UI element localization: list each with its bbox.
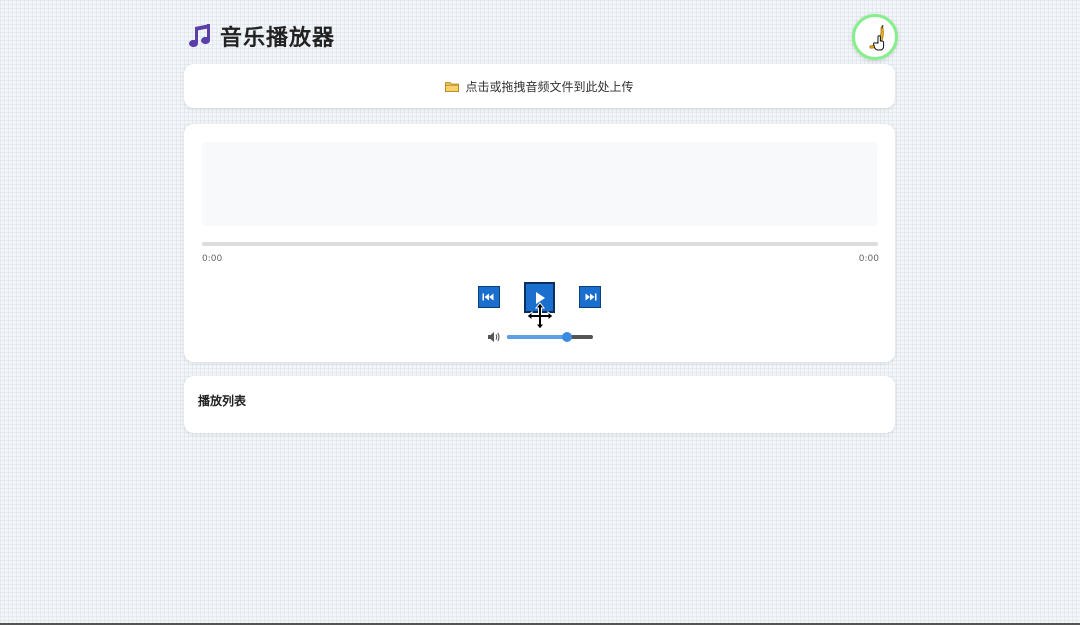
play-button[interactable]: [524, 282, 555, 313]
folder-icon: [445, 81, 460, 92]
banana-icon: [862, 23, 888, 51]
page-title: 音乐播放器: [220, 26, 336, 51]
skip-previous-icon: [482, 293, 496, 301]
speaker-icon[interactable]: [487, 331, 501, 343]
playlist-panel: 播放列表: [184, 376, 895, 433]
upload-hint: 点击或拖拽音频文件到此处上传: [465, 79, 634, 94]
volume-fill: [507, 335, 568, 339]
volume-control: [487, 330, 593, 344]
total-time: 0:00: [858, 254, 879, 264]
next-button[interactable]: [579, 286, 601, 308]
upload-area[interactable]: 点击或拖拽音频文件到此处上传: [184, 64, 895, 108]
volume-thumb[interactable]: [562, 332, 573, 342]
play-icon: [533, 291, 547, 305]
player-panel: 0:00 0:00: [184, 124, 895, 362]
skip-next-icon: [583, 293, 597, 301]
theme-toggle-button[interactable]: [852, 14, 898, 60]
playlist-title: 播放列表: [198, 394, 247, 408]
audio-visualizer: [202, 142, 877, 226]
previous-button[interactable]: [478, 286, 500, 308]
progress-bar[interactable]: [202, 242, 878, 246]
music-note-icon: [186, 22, 214, 50]
app-title: 音乐播放器: [186, 20, 335, 52]
current-time: 0:00: [202, 254, 223, 264]
app-header: 音乐播放器: [186, 14, 898, 60]
volume-slider[interactable]: [507, 330, 593, 344]
